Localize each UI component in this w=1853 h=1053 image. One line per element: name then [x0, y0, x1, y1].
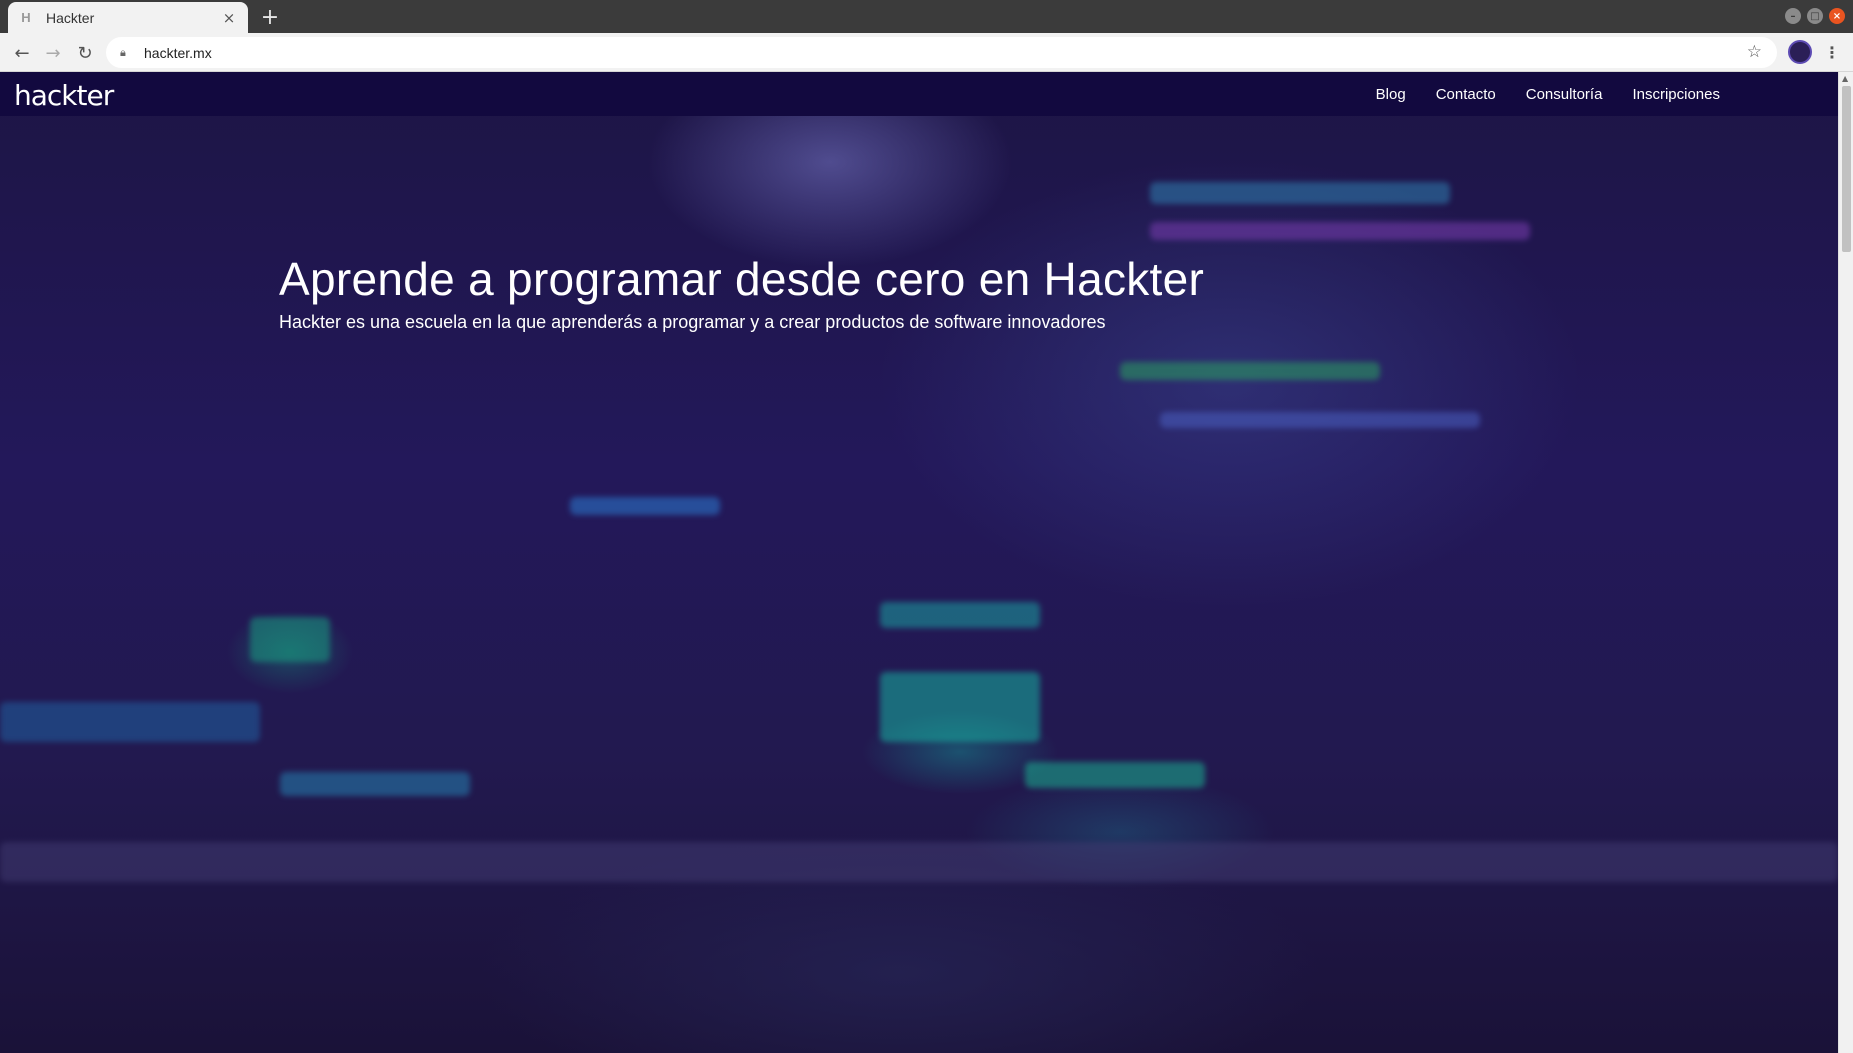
tab-title: Hackter [46, 9, 95, 26]
window-close-icon[interactable]: × [1829, 8, 1845, 24]
bg-decor [880, 672, 1040, 742]
minimize-icon[interactable]: – [1785, 8, 1801, 24]
bg-decor [0, 702, 260, 742]
bg-decor [250, 617, 330, 662]
favicon-icon: H [21, 10, 31, 25]
nav-link-blog[interactable]: Blog [1376, 86, 1406, 103]
window-controls: – □ × [1785, 8, 1845, 24]
lock-icon: 🔒︎ [120, 45, 126, 59]
page-viewport: hackter Blog Contacto Consultoría Inscri… [0, 72, 1838, 1053]
browser-tab[interactable]: H Hackter × [8, 2, 248, 33]
page-scrollbar[interactable]: ▲ [1838, 72, 1853, 1053]
site-logo[interactable]: hackter [14, 79, 114, 112]
bg-decor [880, 602, 1040, 628]
nav-links: Blog Contacto Consultoría Inscripciones [1376, 72, 1720, 116]
hero-subtitle: Hackter es una escuela en la que aprende… [279, 312, 1106, 332]
nav-link-contacto[interactable]: Contacto [1436, 86, 1496, 103]
hero-title: Aprende a programar desde cero en Hackte… [279, 253, 1205, 305]
nav-link-inscripciones[interactable]: Inscripciones [1632, 86, 1720, 103]
bg-decor [1120, 362, 1380, 380]
bookmark-star-icon[interactable]: ☆ [1747, 42, 1762, 62]
maximize-icon[interactable]: □ [1807, 8, 1823, 24]
scrollbar-thumb[interactable] [1842, 86, 1851, 252]
profile-avatar[interactable] [1788, 40, 1812, 64]
browser-menu-icon[interactable]: ⋮ [1822, 39, 1842, 65]
address-bar[interactable]: 🔒︎ hackter.mx ☆ [106, 37, 1777, 68]
bg-decor [1150, 222, 1530, 240]
browser-toolbar: ← → ↻ 🔒︎ hackter.mx ☆ ⋮ [0, 33, 1853, 72]
hero-section: Aprende a programar desde cero en Hackte… [279, 252, 1204, 333]
url-text: hackter.mx [144, 44, 212, 61]
forward-icon[interactable]: → [40, 40, 66, 66]
bg-decor [570, 497, 720, 515]
new-tab-button[interactable]: + [258, 5, 282, 30]
nav-link-consultoria[interactable]: Consultoría [1526, 86, 1603, 103]
bg-decor [1150, 182, 1450, 204]
reload-icon[interactable]: ↻ [72, 40, 98, 66]
bg-decor [1025, 762, 1205, 788]
back-icon[interactable]: ← [9, 40, 35, 66]
site-navbar: hackter Blog Contacto Consultoría Inscri… [0, 72, 1838, 116]
bg-decor [1160, 412, 1480, 428]
bg-decor [0, 842, 1838, 882]
browser-titlebar: H Hackter × + – □ × [0, 0, 1853, 33]
scroll-up-icon[interactable]: ▲ [1842, 74, 1848, 83]
close-tab-icon[interactable]: × [220, 9, 238, 27]
bg-decor [280, 772, 470, 796]
